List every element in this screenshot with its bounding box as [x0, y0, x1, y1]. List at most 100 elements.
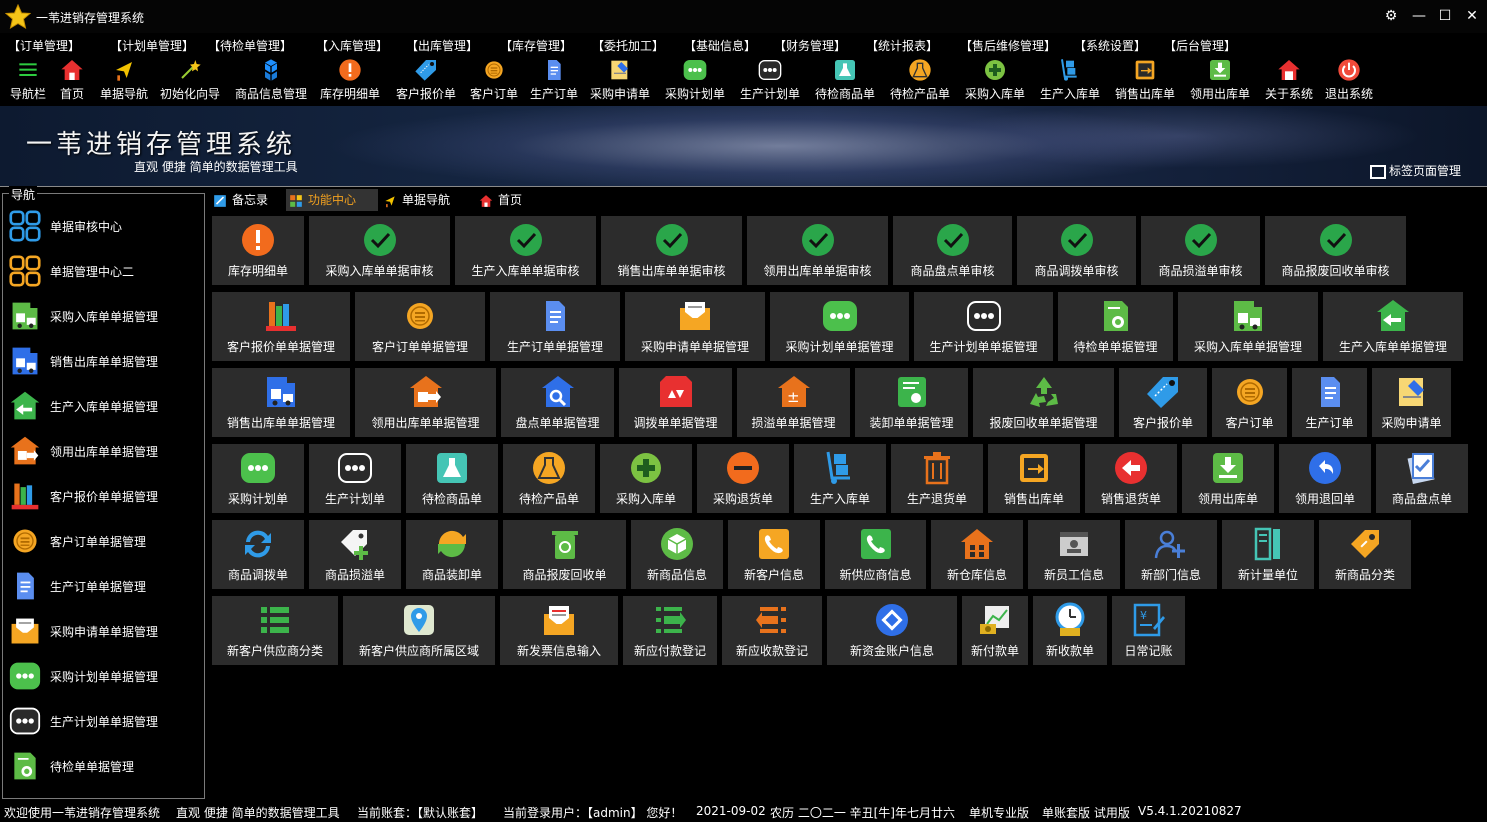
nav-item-9[interactable]: 采购申请单单据管理 — [9, 611, 199, 651]
nav-item-3[interactable]: 销售出库单单据管理 — [9, 341, 199, 381]
tile-3-11[interactable]: 领用退回单 — [1279, 444, 1371, 513]
tile-4-7[interactable]: 新仓库信息 — [931, 520, 1023, 589]
tile-1-4[interactable]: 采购计划单单据管理 — [770, 292, 909, 361]
tile-0-0[interactable]: 库存明细单 — [212, 216, 304, 285]
menu-item-8[interactable]: 【财务管理】 — [774, 37, 846, 54]
toolbar-item-11[interactable]: 生产计划单 — [730, 58, 810, 102]
toolbar-item-19[interactable]: 退出系统 — [1309, 58, 1389, 102]
menu-item-12[interactable]: 【后台管理】 — [1164, 37, 1236, 54]
tile-1-5[interactable]: 生产计划单单据管理 — [914, 292, 1053, 361]
tab-2[interactable]: 单据导航 — [380, 189, 474, 211]
tile-2-8[interactable]: 客户订单 — [1212, 368, 1287, 437]
tile-2-4[interactable]: ± 损溢单单据管理 — [737, 368, 850, 437]
tile-5-3[interactable]: 新应付款登记 — [623, 596, 717, 665]
tile-2-7[interactable]: 客户报价单 — [1119, 368, 1207, 437]
tile-0-5[interactable]: 商品盘点单审核 — [893, 216, 1012, 285]
tile-5-5[interactable]: 新资金账户信息 — [827, 596, 957, 665]
tile-0-3[interactable]: 销售出库单单据审核 — [601, 216, 742, 285]
tile-3-8[interactable]: 销售出库单 — [988, 444, 1080, 513]
tile-2-2[interactable]: 盘点单单据管理 — [501, 368, 614, 437]
tile-4-9[interactable]: 新部门信息 — [1125, 520, 1217, 589]
tab-manager-button[interactable]: 标签页面管理 — [1370, 162, 1461, 180]
tile-1-3[interactable]: 采购申请单单据管理 — [625, 292, 765, 361]
tile-4-11[interactable]: 新商品分类 — [1319, 520, 1411, 589]
toolbar-item-5[interactable]: 库存明细单 — [310, 58, 390, 102]
tile-0-7[interactable]: 商品损溢单审核 — [1141, 216, 1260, 285]
tile-3-7[interactable]: 生产退货单 — [891, 444, 983, 513]
nav-item-2[interactable]: 采购入库单单据管理 — [9, 296, 199, 336]
toolbar-item-13[interactable]: 待检产品单 — [880, 58, 960, 102]
toolbar-item-4[interactable]: 商品信息管理 — [231, 58, 311, 102]
menu-item-7[interactable]: 【基础信息】 — [684, 37, 756, 54]
tile-0-1[interactable]: 采购入库单单据审核 — [309, 216, 450, 285]
tile-2-5[interactable]: 装卸单单据管理 — [855, 368, 968, 437]
toolbar-item-3[interactable]: 初始化向导 — [150, 58, 230, 102]
tab-1[interactable]: 功能中心 — [286, 189, 378, 211]
tile-5-8[interactable]: ¥ 日常记账 — [1112, 596, 1185, 665]
tile-2-1[interactable]: 领用出库单单据管理 — [355, 368, 496, 437]
tab-0[interactable]: 备忘录 — [210, 189, 284, 211]
tile-4-2[interactable]: 商品装卸单 — [406, 520, 498, 589]
tile-2-10[interactable]: 采购申请单 — [1372, 368, 1451, 437]
menu-item-1[interactable]: 【计划单管理】 — [110, 37, 194, 54]
tile-4-3[interactable]: 商品报废回收单 — [503, 520, 626, 589]
tab-3[interactable]: 首页 — [476, 189, 540, 211]
menu-item-2[interactable]: 【待检单管理】 — [208, 37, 292, 54]
tile-3-3[interactable]: 待检产品单 — [503, 444, 595, 513]
minimize-button[interactable]: — — [1408, 6, 1430, 26]
tile-3-1[interactable]: 生产计划单 — [309, 444, 401, 513]
tile-5-7[interactable]: 新收款单 — [1033, 596, 1107, 665]
tile-3-12[interactable]: 商品盘点单 — [1376, 444, 1468, 513]
menu-item-3[interactable]: 【入库管理】 — [316, 37, 388, 54]
menu-item-6[interactable]: 【委托加工】 — [592, 37, 664, 54]
toolbar-item-15[interactable]: 生产入库单 — [1030, 58, 1110, 102]
nav-item-4[interactable]: 生产入库单单据管理 — [9, 386, 199, 426]
toolbar-item-9[interactable]: 采购申请单 — [580, 58, 660, 102]
tile-3-4[interactable]: 采购入库单 — [600, 444, 692, 513]
tile-5-4[interactable]: 新应收款登记 — [722, 596, 822, 665]
tile-4-6[interactable]: 新供应商信息 — [825, 520, 926, 589]
tile-3-0[interactable]: 采购计划单 — [212, 444, 304, 513]
toolbar-item-14[interactable]: 采购入库单 — [955, 58, 1035, 102]
nav-item-1[interactable]: 单据管理中心二 — [9, 251, 199, 291]
tile-3-2[interactable]: 待检商品单 — [406, 444, 498, 513]
toolbar-item-17[interactable]: 领用出库单 — [1180, 58, 1260, 102]
tile-5-2[interactable]: 新发票信息输入 — [500, 596, 618, 665]
menu-item-5[interactable]: 【库存管理】 — [500, 37, 572, 54]
nav-item-6[interactable]: 客户报价单单据管理 — [9, 476, 199, 516]
tile-3-9[interactable]: 销售退货单 — [1085, 444, 1177, 513]
tile-1-1[interactable]: 客户订单单据管理 — [355, 292, 485, 361]
toolbar-item-12[interactable]: 待检商品单 — [805, 58, 885, 102]
nav-item-5[interactable]: 领用出库单单据管理 — [9, 431, 199, 471]
settings-icon[interactable]: ⚙ — [1380, 6, 1402, 26]
nav-item-7[interactable]: 客户订单单据管理 — [9, 521, 199, 561]
tile-2-9[interactable]: 生产订单 — [1292, 368, 1367, 437]
tile-1-7[interactable]: 采购入库单单据管理 — [1178, 292, 1318, 361]
tile-5-0[interactable]: 新客户供应商分类 — [212, 596, 338, 665]
tile-4-5[interactable]: 新客户信息 — [728, 520, 820, 589]
tile-0-2[interactable]: 生产入库单单据审核 — [455, 216, 596, 285]
menu-item-11[interactable]: 【系统设置】 — [1074, 37, 1146, 54]
tile-1-6[interactable]: 待检单单据管理 — [1058, 292, 1173, 361]
tile-3-5[interactable]: 采购退货单 — [697, 444, 789, 513]
tile-2-6[interactable]: 报废回收单单据管理 — [973, 368, 1114, 437]
menu-item-10[interactable]: 【售后维修管理】 — [960, 37, 1056, 54]
nav-item-12[interactable]: 待检单单据管理 — [9, 746, 199, 786]
nav-item-8[interactable]: 生产订单单据管理 — [9, 566, 199, 606]
tile-0-6[interactable]: 商品调拨单审核 — [1017, 216, 1136, 285]
tile-1-2[interactable]: 生产订单单据管理 — [490, 292, 620, 361]
close-button[interactable]: ✕ — [1461, 6, 1483, 26]
tile-5-1[interactable]: 新客户供应商所属区域 — [343, 596, 495, 665]
toolbar-item-10[interactable]: 采购计划单 — [655, 58, 735, 102]
menu-item-4[interactable]: 【出库管理】 — [406, 37, 478, 54]
tile-0-4[interactable]: 领用出库单单据审核 — [747, 216, 888, 285]
tile-1-0[interactable]: 客户报价单单据管理 — [212, 292, 350, 361]
menu-item-0[interactable]: 【订单管理】 — [8, 37, 80, 54]
tile-3-6[interactable]: 生产入库单 — [794, 444, 886, 513]
tile-4-8[interactable]: 新员工信息 — [1028, 520, 1120, 589]
maximize-button[interactable]: ☐ — [1434, 6, 1456, 26]
menu-item-9[interactable]: 【统计报表】 — [866, 37, 938, 54]
tile-5-6[interactable]: 新付款单 — [962, 596, 1028, 665]
nav-item-11[interactable]: 生产计划单单据管理 — [9, 701, 199, 741]
tile-4-0[interactable]: 商品调拨单 — [212, 520, 304, 589]
